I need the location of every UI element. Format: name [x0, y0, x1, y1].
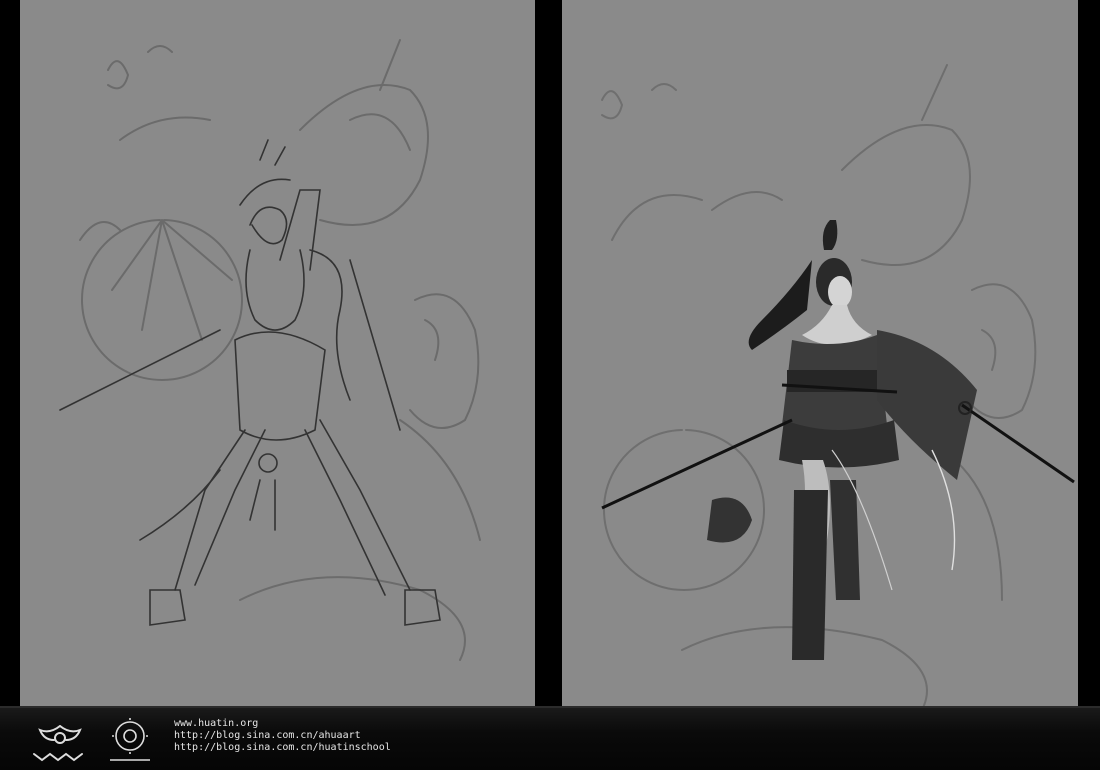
huatin-logo-icon	[33, 725, 83, 762]
footer-link-school-blog[interactable]: http://blog.sina.com.cn/huatinschool	[174, 742, 391, 754]
painted-illustration	[601, 64, 1075, 706]
artwork-sheet: www.huatin.org http://blog.sina.com.cn/a…	[0, 0, 1100, 770]
sketch-panel-left	[20, 0, 535, 706]
painted-panel-right	[562, 0, 1078, 706]
footer-link-blog[interactable]: http://blog.sina.com.cn/ahuaart	[174, 730, 391, 742]
line-art-sketch	[59, 39, 481, 661]
footer-links: www.huatin.org http://blog.sina.com.cn/a…	[174, 718, 391, 754]
footer-bar: www.huatin.org http://blog.sina.com.cn/a…	[0, 706, 1100, 770]
footer-link-site[interactable]: www.huatin.org	[174, 718, 391, 730]
huatin-school-logo-icon	[110, 718, 150, 761]
